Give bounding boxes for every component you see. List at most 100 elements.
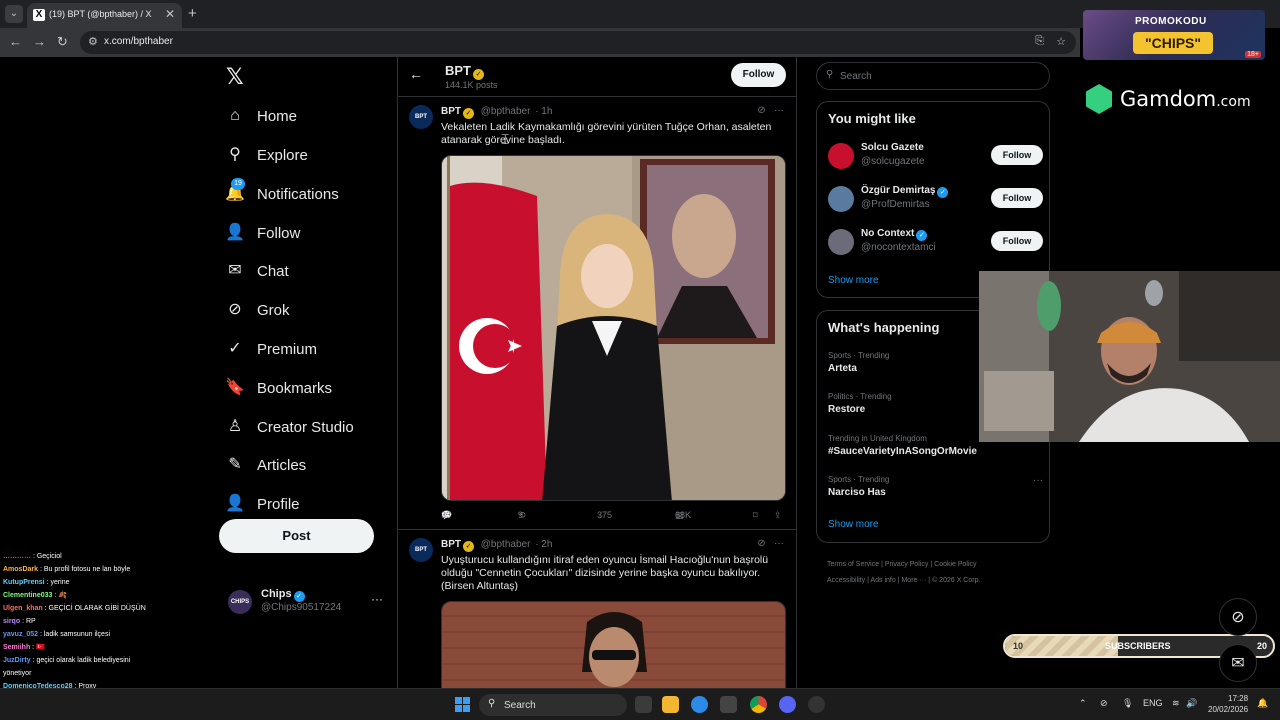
back-arrow-icon[interactable]: ← (409, 66, 423, 82)
nav-item-articles[interactable]: ✎ Articles (225, 452, 306, 478)
site-info-icon[interactable]: ⚙ (88, 35, 98, 48)
avatar[interactable] (828, 229, 854, 255)
forward-icon[interactable]: → (33, 34, 46, 49)
follow-button[interactable]: Follow (991, 231, 1043, 251)
nav-item-explore[interactable]: ⚲ Explore (225, 142, 308, 168)
search-input[interactable]: ⚲ Search (816, 62, 1050, 90)
tweet-handle[interactable]: @bpthaber (481, 539, 531, 550)
nav-item-label: Follow (257, 224, 301, 242)
verified-icon: ✓ (937, 187, 949, 198)
store-icon[interactable] (720, 696, 737, 713)
reload-icon[interactable]: ↻ (57, 34, 68, 50)
nav-item-notifications[interactable]: 🔔 19 Notifications (225, 178, 339, 207)
search-placeholder: Search (840, 71, 872, 82)
tweet-time[interactable]: · 1h (535, 106, 552, 117)
chrome-icon[interactable] (750, 696, 767, 713)
tweet-time[interactable]: · 2h (535, 539, 552, 550)
share-icon[interactable]: ⇪ (774, 510, 782, 521)
network-off-icon[interactable]: ⊘ (1100, 698, 1108, 709)
discord-icon[interactable] (779, 696, 796, 713)
avatar[interactable]: BPT (409, 105, 433, 129)
grok-icon[interactable]: ⊘ (757, 538, 765, 549)
back-icon[interactable]: ← (9, 34, 22, 49)
task-view-icon[interactable] (635, 696, 652, 713)
footer-link[interactable]: © 2026 X Corp. (932, 577, 980, 584)
account-switcher[interactable]: CHIPS Chips ✓ @Chips90517224 ··· (228, 586, 388, 616)
install-icon[interactable]: ⎘ (1035, 35, 1044, 48)
suggested-name[interactable]: No Context ✓ (861, 228, 928, 241)
chat-text: : 🇹🇷 (30, 644, 45, 651)
tweet-handle[interactable]: @bpthaber (481, 106, 531, 117)
footer-link[interactable]: Ads info (870, 577, 895, 584)
messages-fab-icon[interactable]: ✉ (1219, 644, 1257, 682)
suggested-account[interactable]: No Context ✓ @nocontextamci Follow (828, 226, 1043, 258)
nav-item-label: Articles (257, 456, 307, 474)
suggested-name[interactable]: Özgür Demirtaş ✓ (861, 185, 949, 198)
follow-button[interactable]: Follow (991, 188, 1043, 208)
tweet-author[interactable]: BPT (441, 106, 461, 117)
bookmark-star-icon[interactable]: ☆ (1056, 35, 1066, 48)
tray-chevron-icon[interactable]: ⌃ (1079, 698, 1087, 709)
language-indicator[interactable]: ENG (1143, 698, 1163, 708)
tweet-menu[interactable]: ⊘ ··· (757, 538, 784, 549)
tweet-actions: 💬 33 ⟲ 9 ♡ 375 ▥ 68K ⌑ ⇪ (441, 510, 782, 521)
footer-link[interactable]: Cookie Policy (934, 561, 976, 568)
volume-icon[interactable]: 🔊 (1186, 698, 1197, 709)
show-more-link[interactable]: Show more (828, 275, 879, 286)
you-might-like-card: You might like Solcu Gazete @solcugazete F… (816, 101, 1050, 298)
chat-message: Clementine033 : 🍂 (0, 589, 196, 602)
nav-item-creator-studio[interactable]: ♙ Creator Studio (225, 414, 354, 440)
tab-search-button[interactable]: ⌄ (5, 5, 23, 23)
footer-link[interactable]: More ··· (901, 577, 926, 584)
wifi-icon[interactable]: ≋ (1172, 698, 1180, 709)
system-clock[interactable]: 17:28 20/02/2026 (1208, 693, 1248, 715)
tab-close-icon[interactable]: ✕ (165, 7, 175, 21)
grok-icon[interactable]: ⊘ (757, 105, 765, 116)
bookmark-icon[interactable]: ⌑ (753, 510, 758, 521)
windows-start-icon[interactable] (455, 697, 470, 712)
browser-tab[interactable]: X (19) BPT (@bpthaber) / X ✕ (27, 3, 182, 28)
tweet-image[interactable] (441, 155, 786, 501)
tweet-author[interactable]: BPT (441, 539, 461, 550)
nav-item-home[interactable]: ⌂ Home (225, 103, 297, 129)
notification-bell-icon[interactable]: 🔔 (1257, 698, 1268, 709)
more-icon[interactable]: ··· (1033, 475, 1043, 486)
new-tab-button[interactable]: + (188, 5, 197, 22)
footer-link[interactable]: Terms of Service (827, 561, 879, 568)
tweet-menu[interactable]: ⊘ ··· (757, 105, 784, 116)
show-more-link[interactable]: Show more (828, 519, 879, 530)
tweet-text: Vekaleten Ladik Kaymakamlığı görevini yü… (441, 121, 772, 146)
nav-item-profile[interactable]: 👤 Profile (225, 491, 300, 517)
footer-link[interactable]: Accessibility (827, 577, 865, 584)
suggested-account[interactable]: Özgür Demirtaş ✓ @ProfDemirtas Follow (828, 183, 1043, 215)
nav-item-bookmarks[interactable]: 🔖 Bookmarks (225, 375, 332, 401)
address-bar[interactable]: ⚙ x.com/bpthaber ⎘ ☆ (80, 31, 1076, 54)
edge-icon[interactable] (691, 696, 708, 713)
grok-fab-icon[interactable]: ⊘ (1219, 598, 1257, 636)
suggested-handle: @ProfDemirtas (861, 199, 930, 210)
avatar[interactable] (828, 143, 854, 169)
profile-name: BPT ✓ (445, 63, 484, 80)
app-icon[interactable] (808, 696, 825, 713)
microphone-icon[interactable]: 🎙 (1122, 698, 1133, 709)
trend-item[interactable]: Sports · Trending Narciso Has ··· (828, 475, 1043, 498)
nav-item-premium[interactable]: ✓ Premium (225, 336, 317, 362)
post-button[interactable]: Post (219, 519, 374, 553)
suggested-name[interactable]: Solcu Gazete (861, 142, 924, 153)
more-icon[interactable]: ··· (371, 592, 383, 606)
tweet[interactable]: BPT BPT ✓ @bpthaber · 1h ⊘ ··· Vekaleten … (398, 98, 796, 530)
x-logo-icon[interactable]: 𝕏 (226, 64, 244, 90)
nav-item-chat[interactable]: ✉ Chat (225, 258, 288, 284)
avatar[interactable] (828, 186, 854, 212)
footer-link[interactable]: Privacy Policy (885, 561, 929, 568)
file-explorer-icon[interactable] (662, 696, 679, 713)
suggested-account[interactable]: Solcu Gazete @solcugazete Follow (828, 140, 1043, 172)
nav-item-follow[interactable]: 👤 Follow (225, 220, 300, 246)
more-icon[interactable]: ··· (774, 105, 784, 116)
more-icon[interactable]: ··· (774, 538, 784, 549)
avatar[interactable]: BPT (409, 538, 433, 562)
nav-item-grok[interactable]: ⊘ Grok (225, 297, 289, 323)
follow-button[interactable]: Follow (991, 145, 1043, 165)
taskbar-search[interactable]: ⚲ Search (479, 694, 627, 716)
follow-button[interactable]: Follow (731, 63, 786, 87)
